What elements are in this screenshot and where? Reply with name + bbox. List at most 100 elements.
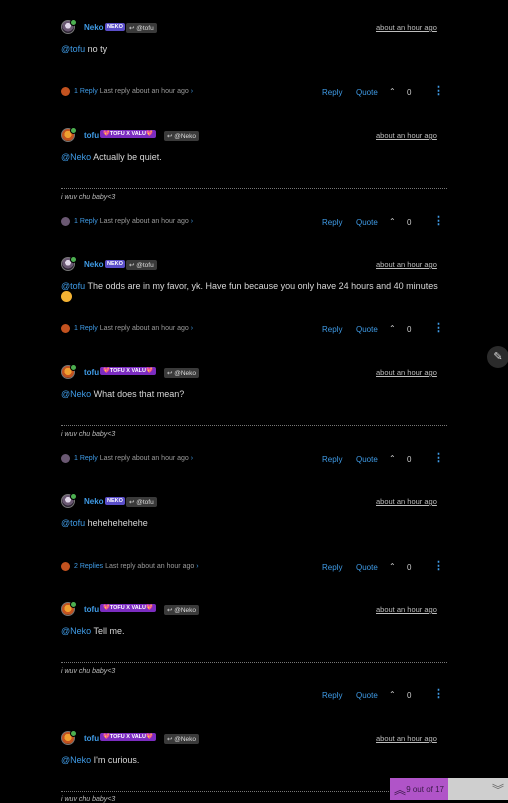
mention-link[interactable]: @tofu [61, 44, 85, 54]
reply-to-link[interactable]: ↩ @tofu [126, 497, 157, 507]
user-badge: NEKO [105, 23, 125, 31]
replies-link[interactable]: 1 Reply Last reply about an hour ago › [74, 218, 193, 225]
pagination-text: 9 out of 17 [406, 784, 444, 794]
post-content: @tofu no ty [61, 44, 108, 54]
author-name[interactable]: Neko [84, 23, 104, 32]
replies-link[interactable]: 1 Reply Last reply about an hour ago › [74, 455, 193, 462]
quote-button[interactable]: Quote [356, 218, 378, 227]
reply-to-link[interactable]: ↩ @tofu [126, 260, 157, 270]
signature-divider [61, 188, 447, 189]
more-options-icon[interactable]: ⋮ [433, 561, 444, 572]
more-options-icon[interactable]: ⋮ [433, 689, 444, 700]
post-timestamp[interactable]: about an hour ago [376, 368, 437, 377]
more-options-icon[interactable]: ⋮ [433, 323, 444, 334]
more-options-icon[interactable]: ⋮ [433, 453, 444, 464]
quote-button[interactable]: Quote [356, 88, 378, 97]
upvote-icon[interactable]: ⌃ [389, 217, 396, 226]
signature: i wuv chu baby<3 [61, 431, 116, 438]
vote-count: 0 [407, 455, 412, 464]
reply-arrow-icon: ↩ [129, 25, 135, 32]
pagination-bar: ︽ 9 out of 17 ︾ [390, 778, 508, 800]
upvote-icon[interactable]: ⌃ [389, 87, 396, 96]
post-timestamp[interactable]: about an hour ago [376, 497, 437, 506]
reply-arrow-icon: ↩ [167, 370, 173, 377]
author-name[interactable]: tofu [84, 605, 99, 614]
reply-to-link[interactable]: ↩ @Neko [164, 131, 200, 141]
signature: i wuv chu baby<3 [61, 668, 116, 675]
double-chevron-up-icon: ︽ [394, 782, 407, 797]
smiling-face-emoji-icon [61, 291, 72, 303]
scroll-to-top-button[interactable]: ︽ 9 out of 17 [390, 778, 448, 800]
replies-link[interactable]: 2 Replies Last reply about an hour ago › [74, 563, 199, 570]
author-name[interactable]: tofu [84, 368, 99, 377]
author-name[interactable]: tofu [84, 131, 99, 140]
vote-count: 0 [407, 691, 412, 700]
author-name[interactable]: tofu [84, 734, 99, 743]
vote-count: 0 [407, 563, 412, 572]
reply-arrow-icon: ↩ [167, 133, 173, 140]
chevron-right-icon: › [190, 218, 194, 225]
post-content: @Neko Actually be quiet. [61, 152, 162, 162]
quote-button[interactable]: Quote [356, 325, 378, 334]
reply-button[interactable]: Reply [322, 88, 342, 97]
mention-link[interactable]: @Neko [61, 152, 91, 162]
post-timestamp[interactable]: about an hour ago [376, 260, 437, 269]
post-timestamp[interactable]: about an hour ago [376, 23, 437, 32]
reply-arrow-icon: ↩ [167, 736, 173, 743]
reply-to-link[interactable]: ↩ @Neko [164, 605, 200, 615]
upvote-icon[interactable]: ⌃ [389, 454, 396, 463]
replies-link[interactable]: 1 Reply Last reply about an hour ago › [74, 325, 193, 332]
quote-button[interactable]: Quote [356, 691, 378, 700]
online-indicator [70, 730, 77, 737]
post-timestamp[interactable]: about an hour ago [376, 131, 437, 140]
user-badge: 💖TOFU X VALU💖 [100, 604, 156, 612]
reply-to-link[interactable]: ↩ @Neko [164, 734, 200, 744]
upvote-icon[interactable]: ⌃ [389, 562, 396, 571]
online-indicator [70, 364, 77, 371]
online-indicator [70, 127, 77, 134]
user-badge: NEKO [105, 497, 125, 505]
post-timestamp[interactable]: about an hour ago [376, 734, 437, 743]
chevron-right-icon: › [190, 88, 194, 95]
more-options-icon[interactable]: ⋮ [433, 216, 444, 227]
replies-link[interactable]: 1 Reply Last reply about an hour ago › [74, 88, 193, 95]
avatar [61, 87, 70, 96]
reply-button[interactable]: Reply [322, 691, 342, 700]
reply-button[interactable]: Reply [322, 218, 342, 227]
avatar [61, 217, 70, 226]
post-content: @tofu The odds are in my favor, yk. Have… [61, 281, 447, 303]
mention-link[interactable]: @Neko [61, 755, 91, 765]
reply-to-link[interactable]: ↩ @Neko [164, 368, 200, 378]
reply-to-link[interactable]: ↩ @tofu [126, 23, 157, 33]
reply-button[interactable]: Reply [322, 563, 342, 572]
vote-count: 0 [407, 218, 412, 227]
author-name[interactable]: Neko [84, 497, 104, 506]
quote-button[interactable]: Quote [356, 455, 378, 464]
signature-divider [61, 425, 447, 426]
online-indicator [70, 19, 77, 26]
user-badge: 💖TOFU X VALU💖 [100, 367, 156, 375]
vote-count: 0 [407, 325, 412, 334]
upvote-icon[interactable]: ⌃ [389, 324, 396, 333]
mention-link[interactable]: @tofu [61, 281, 85, 291]
more-options-icon[interactable]: ⋮ [433, 86, 444, 97]
reply-arrow-icon: ↩ [167, 607, 173, 614]
post-timestamp[interactable]: about an hour ago [376, 605, 437, 614]
reply-button[interactable]: Reply [322, 325, 342, 334]
scroll-to-bottom-button[interactable]: ︾ [448, 778, 508, 800]
avatar [61, 324, 70, 333]
user-badge: NEKO [105, 260, 125, 268]
mention-link[interactable]: @Neko [61, 626, 91, 636]
avatar [61, 454, 70, 463]
upvote-icon[interactable]: ⌃ [389, 690, 396, 699]
user-badge: 💖TOFU X VALU💖 [100, 733, 156, 741]
compose-button[interactable]: ✎ [487, 346, 508, 368]
mention-link[interactable]: @Neko [61, 389, 91, 399]
mention-link[interactable]: @tofu [61, 518, 85, 528]
author-name[interactable]: Neko [84, 260, 104, 269]
quote-button[interactable]: Quote [356, 563, 378, 572]
signature: i wuv chu baby<3 [61, 194, 116, 201]
reply-button[interactable]: Reply [322, 455, 342, 464]
vote-count: 0 [407, 88, 412, 97]
online-indicator [70, 601, 77, 608]
